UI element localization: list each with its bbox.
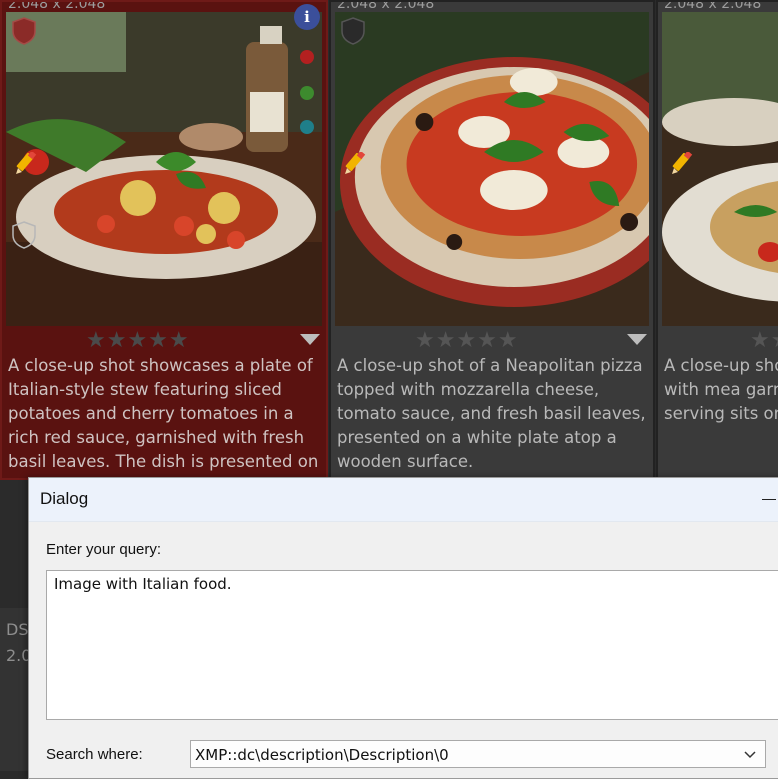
search-where-label: Search where:: [46, 746, 143, 763]
rating-stars[interactable]: ★★★★★: [415, 328, 519, 353]
dialog-title: Dialog: [40, 489, 89, 508]
shield-outline-icon[interactable]: [10, 220, 38, 250]
chevron-down-icon[interactable]: [743, 748, 757, 760]
shield-icon[interactable]: [339, 16, 367, 46]
dialog-titlebar[interactable]: Dialog: [29, 478, 778, 522]
shield-icon[interactable]: [10, 16, 38, 46]
thumbnail-tile-pasta[interactable]: 2.048 x 2.048 ★★ A close-up sho pasta wi…: [656, 0, 778, 480]
edit-pencil-icon[interactable]: [670, 152, 694, 176]
tile-dimensions: 2.048 x 2.048: [337, 0, 435, 12]
tile-description: A close-up sho pasta with mea garnished …: [664, 356, 778, 423]
tile-name: DS: [6, 620, 29, 639]
rating-stars[interactable]: ★★★★★: [86, 328, 190, 353]
tile-description: A close-up shot of a Neapolitan pizza to…: [337, 356, 646, 471]
query-text[interactable]: Image with Italian food.: [54, 575, 232, 593]
thumbnail-image-pizza[interactable]: [335, 12, 649, 326]
teal-label-icon[interactable]: [300, 120, 314, 134]
search-where-value[interactable]: XMP::dc\description\Description\0: [195, 746, 449, 764]
search-where-select[interactable]: XMP::dc\description\Description\0: [190, 740, 766, 768]
rating-row: ★★: [658, 328, 778, 354]
red-label-icon[interactable]: [300, 50, 314, 64]
query-input[interactable]: Image with Italian food.: [46, 570, 778, 720]
info-icon[interactable]: i: [294, 4, 320, 30]
minimize-icon[interactable]: [762, 499, 776, 500]
query-label: Enter your query:: [46, 541, 162, 558]
rating-stars[interactable]: ★★: [750, 328, 778, 353]
edit-pencil-icon[interactable]: [343, 152, 367, 176]
edit-pencil-icon[interactable]: [14, 152, 38, 176]
tile-description: A close-up shot showcases a plate of Ita…: [8, 356, 319, 478]
thumbnail-image-stew[interactable]: [6, 12, 322, 326]
tile-dimensions: 2.048 x 2.048: [8, 0, 106, 12]
thumbnail-tile-stew[interactable]: 2.048 x 2.048 i ★★★★★ A close-up shot sh…: [0, 0, 328, 480]
tile-dimensions: 2.048 x 2.048: [664, 0, 762, 12]
green-label-icon[interactable]: [300, 86, 314, 100]
tile-menu-caret-icon[interactable]: [300, 334, 320, 345]
rating-row: ★★★★★: [331, 328, 653, 354]
tile-menu-caret-icon[interactable]: [627, 334, 647, 345]
query-dialog: Dialog Enter your query: Image with Ital…: [28, 477, 778, 779]
thumbnail-tile-pizza[interactable]: 2.048 x 2.048 ★★★★★ A close-up shot of a…: [329, 0, 655, 480]
rating-row: ★★★★★: [2, 328, 326, 354]
thumbnail-tile-second-row[interactable]: DS 2.0: [0, 608, 31, 771]
